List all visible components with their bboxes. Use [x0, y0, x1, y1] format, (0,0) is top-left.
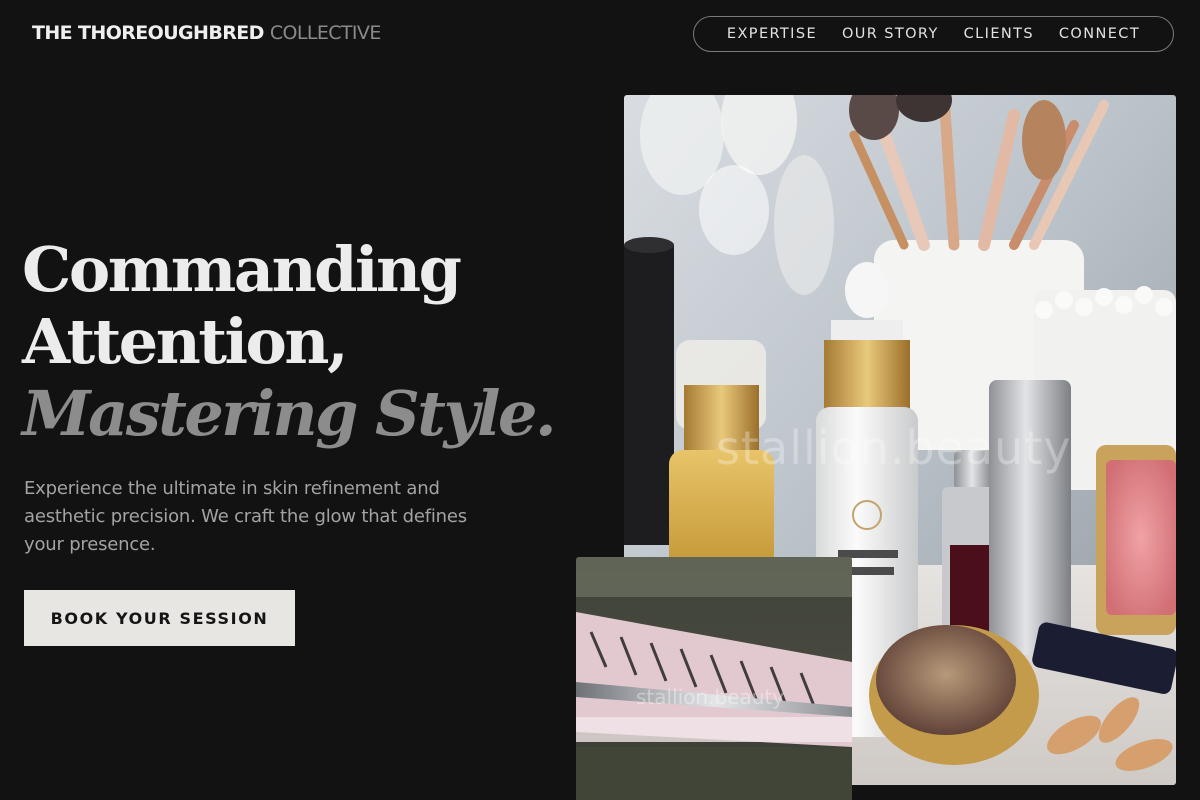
- brand-name-primary: THE THOREOUGHBRED: [32, 22, 264, 44]
- nav-link-clients[interactable]: CLIENTS: [964, 26, 1034, 42]
- headline-line-3: Mastering Style.: [22, 377, 557, 450]
- lash-tray-photo: stallion.beauty: [576, 557, 852, 800]
- nav-link-expertise[interactable]: EXPERTISE: [727, 26, 817, 42]
- landing-page: THE THOREOUGHBRED COLLECTIVE EXPERTISE O…: [0, 0, 1200, 800]
- brand-name-secondary: COLLECTIVE: [269, 22, 381, 44]
- lash-illustration: [576, 557, 852, 800]
- main-navigation: EXPERTISE OUR STORY CLIENTS CONNECT: [693, 16, 1174, 52]
- nav-link-our-story[interactable]: OUR STORY: [842, 26, 939, 42]
- brand-logo[interactable]: THE THOREOUGHBRED COLLECTIVE: [32, 22, 381, 44]
- hero-subtext: Experience the ultimate in skin refineme…: [24, 478, 467, 555]
- hero-headline: Commanding Attention, Mastering Style.: [22, 233, 557, 450]
- headline-line-2: Attention,: [22, 305, 349, 378]
- headline-line-1: Commanding: [22, 233, 462, 306]
- book-session-button[interactable]: BOOK YOUR SESSION: [24, 590, 295, 646]
- nav-link-connect[interactable]: CONNECT: [1059, 26, 1140, 42]
